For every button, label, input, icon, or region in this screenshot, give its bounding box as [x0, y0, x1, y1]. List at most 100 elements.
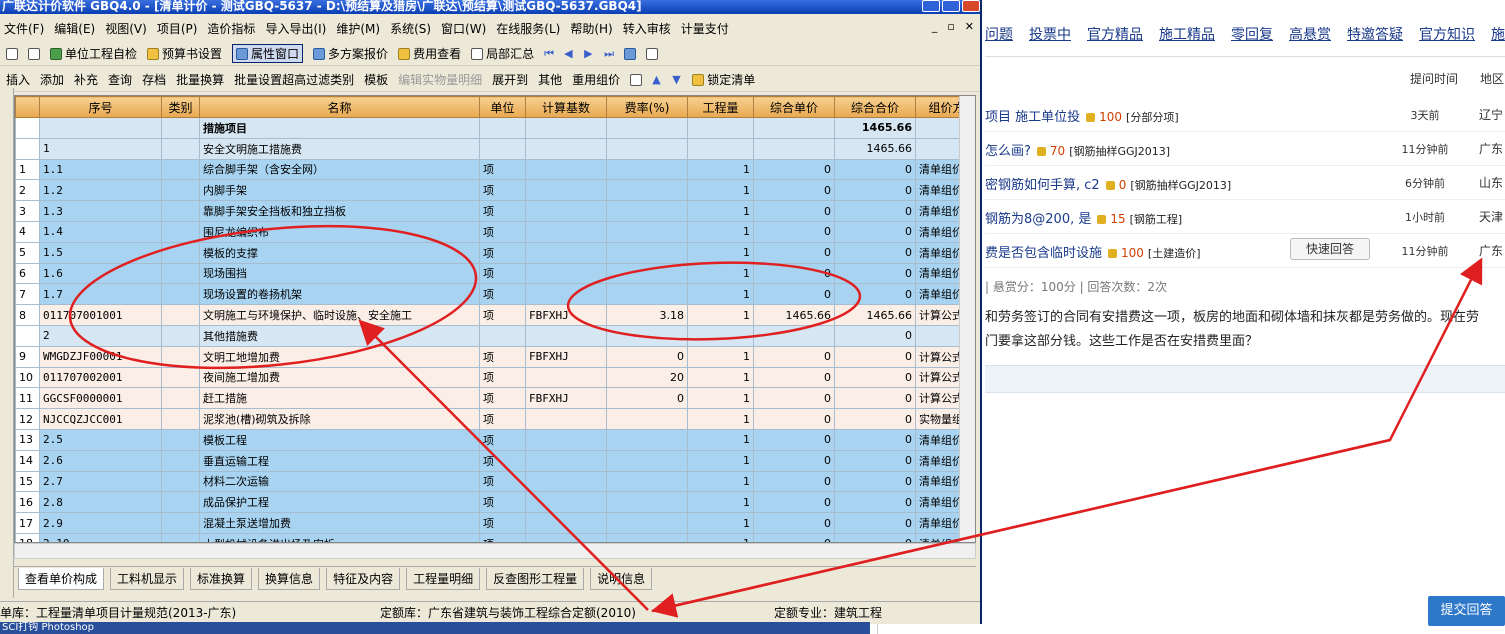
question-row[interactable]: 费是否包含临时设施 100 [土建造价] 快速回答 11分钟前 广东	[985, 234, 1505, 268]
prev-record-button[interactable]: ◀	[564, 48, 574, 59]
cell-qty[interactable]: 1	[687, 532, 754, 542]
cell-unit[interactable]: 项	[479, 449, 526, 472]
copy-button[interactable]	[28, 47, 40, 60]
cell-price[interactable]	[753, 324, 835, 347]
nav-link[interactable]: 官方精品	[1087, 24, 1143, 46]
cell-total[interactable]: 0	[834, 158, 916, 181]
cell-name[interactable]: 模板的支撑	[199, 241, 480, 264]
cell-rate[interactable]: 0	[606, 387, 688, 410]
cell-rate[interactable]: 20	[606, 366, 688, 389]
cell-cat[interactable]	[161, 408, 200, 430]
cell-price[interactable]: 0	[753, 449, 835, 472]
cell-total[interactable]: 0	[834, 324, 916, 347]
cell-cat[interactable]	[161, 512, 200, 534]
table-row[interactable]: 6 1.6 现场围挡项 1 0 0 清单组价	[15, 262, 975, 285]
cell-qty[interactable]	[687, 324, 754, 347]
query-button[interactable]: 查询	[108, 71, 132, 88]
cell-total[interactable]: 1465.66	[834, 117, 916, 139]
cell-total[interactable]: 0	[834, 470, 916, 493]
cell-name[interactable]: 文明工地增加费	[199, 345, 480, 368]
header-base[interactable]: 计算基数	[525, 96, 607, 118]
template-button[interactable]: 模板	[364, 71, 388, 88]
header-rate[interactable]: 费率(%)	[606, 96, 688, 118]
cell-cat[interactable]	[161, 366, 200, 389]
menu-audit[interactable]: 转入审核	[623, 20, 671, 37]
cell-qty[interactable]: 1	[687, 241, 754, 264]
cell-rate[interactable]: 3.18	[606, 304, 688, 326]
menu-help[interactable]: 帮助(H)	[570, 20, 612, 37]
cell-price[interactable]: 0	[753, 408, 835, 430]
cell-rate[interactable]	[606, 408, 688, 430]
cell-name[interactable]: 安全文明施工措施费	[199, 137, 480, 160]
question-title[interactable]: 费是否包含临时设施	[985, 246, 1102, 261]
cell-unit[interactable]: 项	[479, 179, 526, 202]
table-row[interactable]: 11 GGCSF0000001 赶工措施项 FBFXHJ 0 1 0 0 计算公式	[15, 387, 975, 410]
budget-settings-button[interactable]: 预算书设置	[147, 45, 222, 62]
question-title[interactable]: 钢筋为8@200, 是	[985, 212, 1091, 227]
question-row[interactable]: 项目 施工单位投 100 [分部分项] 3天前 辽宁	[985, 98, 1505, 132]
batch-convert-button[interactable]: 批量换算	[176, 71, 224, 88]
cut-button[interactable]	[6, 47, 18, 60]
mdi-close-icon[interactable]: ✕	[965, 20, 974, 33]
cell-rate[interactable]	[606, 532, 688, 542]
cell-price[interactable]: 0	[753, 470, 835, 493]
cell-cat[interactable]	[161, 532, 200, 542]
header-total[interactable]: 综合合价	[834, 96, 916, 118]
nav-link[interactable]: 零回复	[1231, 24, 1273, 46]
cell-cat[interactable]	[161, 470, 200, 493]
menu-file[interactable]: 文件(F)	[4, 20, 44, 37]
cell-base[interactable]: FBFXHJ	[525, 387, 607, 410]
cell-rate[interactable]: 0	[606, 345, 688, 368]
cell-unit[interactable]: 项	[479, 283, 526, 306]
cell-total[interactable]: 0	[834, 366, 916, 389]
move-up-button[interactable]: ▲	[652, 74, 662, 85]
cell-base[interactable]	[525, 158, 607, 181]
nav-link[interactable]: 官方知识	[1419, 24, 1475, 46]
cell-price[interactable]	[753, 117, 835, 139]
cell-seq[interactable]: 2.8	[39, 491, 162, 514]
tab-standard-convert[interactable]: 标准换算	[190, 567, 253, 590]
header-name[interactable]: 名称	[199, 96, 480, 118]
question-row[interactable]: 密钢筋如何手算, c2 0 [钢筋抽样GGJ2013] 6分钟前 山东	[985, 166, 1505, 200]
cell-cat[interactable]	[161, 158, 200, 181]
cell-seq[interactable]: 2	[39, 324, 162, 347]
cell-qty[interactable]: 1	[687, 470, 754, 493]
cell-total[interactable]: 0	[834, 220, 916, 243]
cell-name[interactable]: 文明施工与环境保护、临时设施、安全施工	[199, 304, 480, 326]
color-button[interactable]	[630, 73, 643, 86]
cell-cat[interactable]	[161, 283, 200, 306]
menu-online[interactable]: 在线服务(L)	[496, 20, 560, 37]
cell-name[interactable]: 围尼龙编织布	[199, 220, 480, 243]
cell-seq[interactable]: 2.10	[39, 532, 162, 542]
property-window-button[interactable]: 属性窗口	[232, 44, 304, 63]
cell-seq[interactable]: 1.1	[39, 158, 162, 181]
cell-rate[interactable]	[606, 512, 688, 534]
cell-name[interactable]: 赶工措施	[199, 387, 480, 410]
cell-unit[interactable]: 项	[479, 387, 526, 410]
cell-rate[interactable]	[606, 449, 688, 472]
window-titlebar[interactable]: 广联达计价软件 GBQ4.0 - [清单计价 - 测试GBQ-5637 - D:…	[0, 0, 980, 14]
header-price[interactable]: 综合单价	[753, 96, 835, 118]
insert-button[interactable]: 插入	[6, 71, 30, 88]
tab-features[interactable]: 特征及内容	[326, 567, 401, 590]
cell-name[interactable]: 现场设置的卷扬机架	[199, 283, 480, 306]
cell-qty[interactable]: 1	[687, 491, 754, 514]
menu-import-export[interactable]: 导入导出(I)	[265, 20, 326, 37]
cell-unit[interactable]	[479, 324, 526, 347]
cell-seq[interactable]: 1.4	[39, 220, 162, 243]
cell-rate[interactable]	[606, 179, 688, 202]
cell-cat[interactable]	[161, 387, 200, 410]
cell-total[interactable]: 0	[834, 387, 916, 410]
cell-price[interactable]: 0	[753, 428, 835, 451]
cell-rate[interactable]	[606, 428, 688, 451]
menu-window[interactable]: 窗口(W)	[441, 20, 486, 37]
tab-quantity-detail[interactable]: 工程量明细	[406, 567, 481, 590]
cell-qty[interactable]: 1	[687, 179, 754, 202]
tab-labor-material[interactable]: 工料机显示	[110, 567, 185, 590]
last-record-button[interactable]: ⏭	[604, 48, 614, 59]
cell-name[interactable]: 夜间施工增加费	[199, 366, 480, 389]
cell-seq[interactable]: 011707002001	[39, 366, 162, 389]
cell-cat[interactable]	[161, 117, 200, 139]
supplement-button[interactable]: 补充	[74, 71, 98, 88]
cell-unit[interactable]: 项	[479, 428, 526, 451]
